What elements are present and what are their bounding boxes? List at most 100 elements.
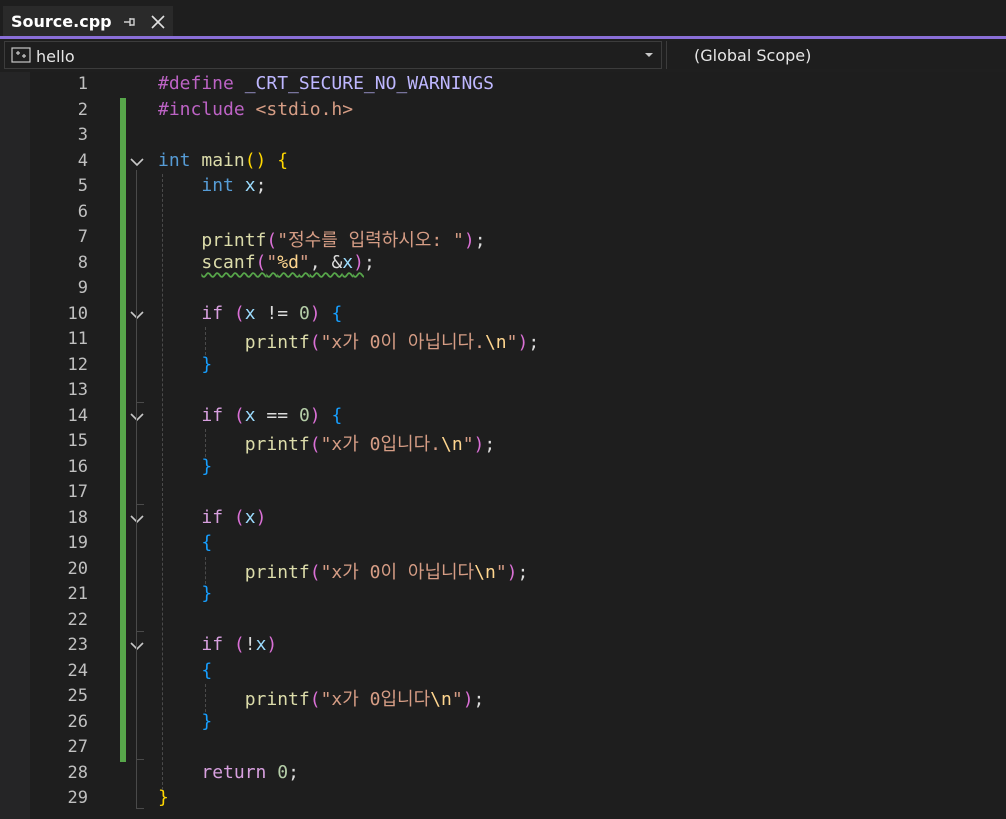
code-token: "x가 0이 아닙니다.: [320, 332, 485, 353]
code-line[interactable]: 15 printf("x가 0입니다.\n");: [0, 429, 1006, 455]
code-line[interactable]: 29}: [0, 786, 1006, 812]
code-token: \n: [484, 332, 507, 353]
line-number: 25: [67, 686, 88, 706]
code-token: !: [244, 634, 256, 655]
code-line[interactable]: 25 printf("x가 0입니다\n");: [0, 684, 1006, 710]
code-line[interactable]: 20 printf("x가 0이 아닙니다\n");: [0, 557, 1006, 583]
scope-dropdown[interactable]: (Global Scope): [666, 41, 1006, 69]
line-number: 8: [77, 252, 88, 273]
code-line[interactable]: 11 printf("x가 0이 아닙니다.\n");: [0, 327, 1006, 353]
code-line[interactable]: 19 {: [0, 531, 1006, 557]
line-number: 12: [67, 354, 88, 375]
code-token: ==: [255, 404, 299, 426]
code-token: ": [495, 561, 507, 583]
code-line[interactable]: 28 return 0;: [0, 761, 1006, 787]
code-token: }: [201, 710, 213, 732]
line-number: 29: [67, 788, 88, 808]
line-number: 7: [77, 227, 88, 247]
code-text: int x;: [158, 175, 266, 196]
code-line[interactable]: 6: [0, 200, 1006, 226]
code-token: (: [309, 689, 321, 710]
code-line[interactable]: 8 scanf("%d", &x);: [0, 251, 1006, 277]
line-number: 2: [77, 99, 88, 120]
code-token: ;: [484, 434, 496, 455]
indent-guide: [205, 684, 207, 712]
line-number: 4: [77, 150, 88, 171]
code-token: (: [309, 561, 321, 583]
code-line[interactable]: 18 if (x): [0, 506, 1006, 532]
code-line[interactable]: 22: [0, 608, 1006, 634]
code-text: printf("x가 0입니다.\n");: [158, 430, 496, 456]
code-line[interactable]: 7 printf("정수를 입력하시오: ");: [0, 225, 1006, 251]
code-line[interactable]: 12 }: [0, 353, 1006, 379]
fold-chevron-down-icon[interactable]: [130, 157, 144, 167]
code-token: if: [201, 302, 224, 324]
code-line[interactable]: 17: [0, 480, 1006, 506]
code-text: if (!x): [158, 634, 277, 655]
code-line[interactable]: 21 }: [0, 582, 1006, 608]
code-line[interactable]: 27: [0, 735, 1006, 761]
code-editor[interactable]: 1 #define _CRT_SECURE_NO_WARNINGS 2 #includ…: [0, 72, 1006, 819]
project-dropdown[interactable]: hello: [4, 41, 662, 69]
tab-source-cpp[interactable]: Source.cpp: [3, 4, 173, 37]
code-line[interactable]: 9: [0, 276, 1006, 302]
code-line[interactable]: 16 }: [0, 455, 1006, 481]
code-line[interactable]: 2 #include <stdio.h>: [0, 98, 1006, 124]
line-number: 9: [77, 278, 88, 298]
code-line[interactable]: 5 int x;: [0, 174, 1006, 200]
code-line[interactable]: 14 if (x == 0) {: [0, 404, 1006, 430]
code-text: if (x): [158, 507, 266, 528]
close-icon[interactable]: [149, 13, 167, 31]
code-token: if: [201, 634, 224, 655]
fold-chevron-down-icon[interactable]: [130, 642, 144, 651]
code-token: x: [244, 302, 256, 324]
code-text: printf("x가 0입니다\n");: [158, 685, 485, 711]
code-token: "정수를 입력하시오: ": [277, 230, 464, 251]
code-token: ): [506, 561, 518, 583]
code-token: (): [244, 149, 267, 171]
code-token: }: [201, 583, 213, 604]
code-token: {: [201, 659, 213, 681]
code-line[interactable]: 4 int main() {: [0, 149, 1006, 175]
code-token: ": [266, 251, 278, 273]
code-line[interactable]: 1 #define _CRT_SECURE_NO_WARNINGS: [0, 72, 1006, 98]
fold-chevron-down-icon[interactable]: [130, 310, 144, 320]
fold-chevron-down-icon[interactable]: [130, 514, 144, 524]
line-number: 6: [77, 201, 88, 222]
code-token: ": [298, 251, 310, 273]
code-line[interactable]: 10 if (x != 0) {: [0, 302, 1006, 328]
code-line[interactable]: 3: [0, 123, 1006, 149]
code-text: }: [158, 787, 169, 808]
fold-chevron-down-icon[interactable]: [130, 412, 144, 422]
line-number: 24: [67, 660, 88, 681]
code-token: ): [309, 302, 321, 324]
line-number: 22: [67, 609, 88, 630]
line-number: 18: [67, 507, 88, 528]
code-text: {: [158, 660, 212, 681]
code-line[interactable]: 13: [0, 378, 1006, 404]
code-line[interactable]: 24 {: [0, 659, 1006, 685]
code-token: {: [277, 149, 289, 171]
code-line[interactable]: 26 }: [0, 710, 1006, 736]
code-token: ): [463, 230, 475, 251]
code-token: printf: [244, 561, 310, 583]
code-token: _CRT_SECURE_NO_WARNINGS: [244, 73, 494, 94]
pin-icon[interactable]: [121, 14, 137, 30]
chevron-down-icon[interactable]: [643, 50, 655, 60]
code-text: }: [158, 456, 212, 477]
code-line[interactable]: 23 if (!x): [0, 633, 1006, 659]
line-number: 13: [67, 380, 88, 400]
code-text: #define _CRT_SECURE_NO_WARNINGS: [158, 73, 494, 94]
code-token: scanf: [201, 251, 256, 273]
